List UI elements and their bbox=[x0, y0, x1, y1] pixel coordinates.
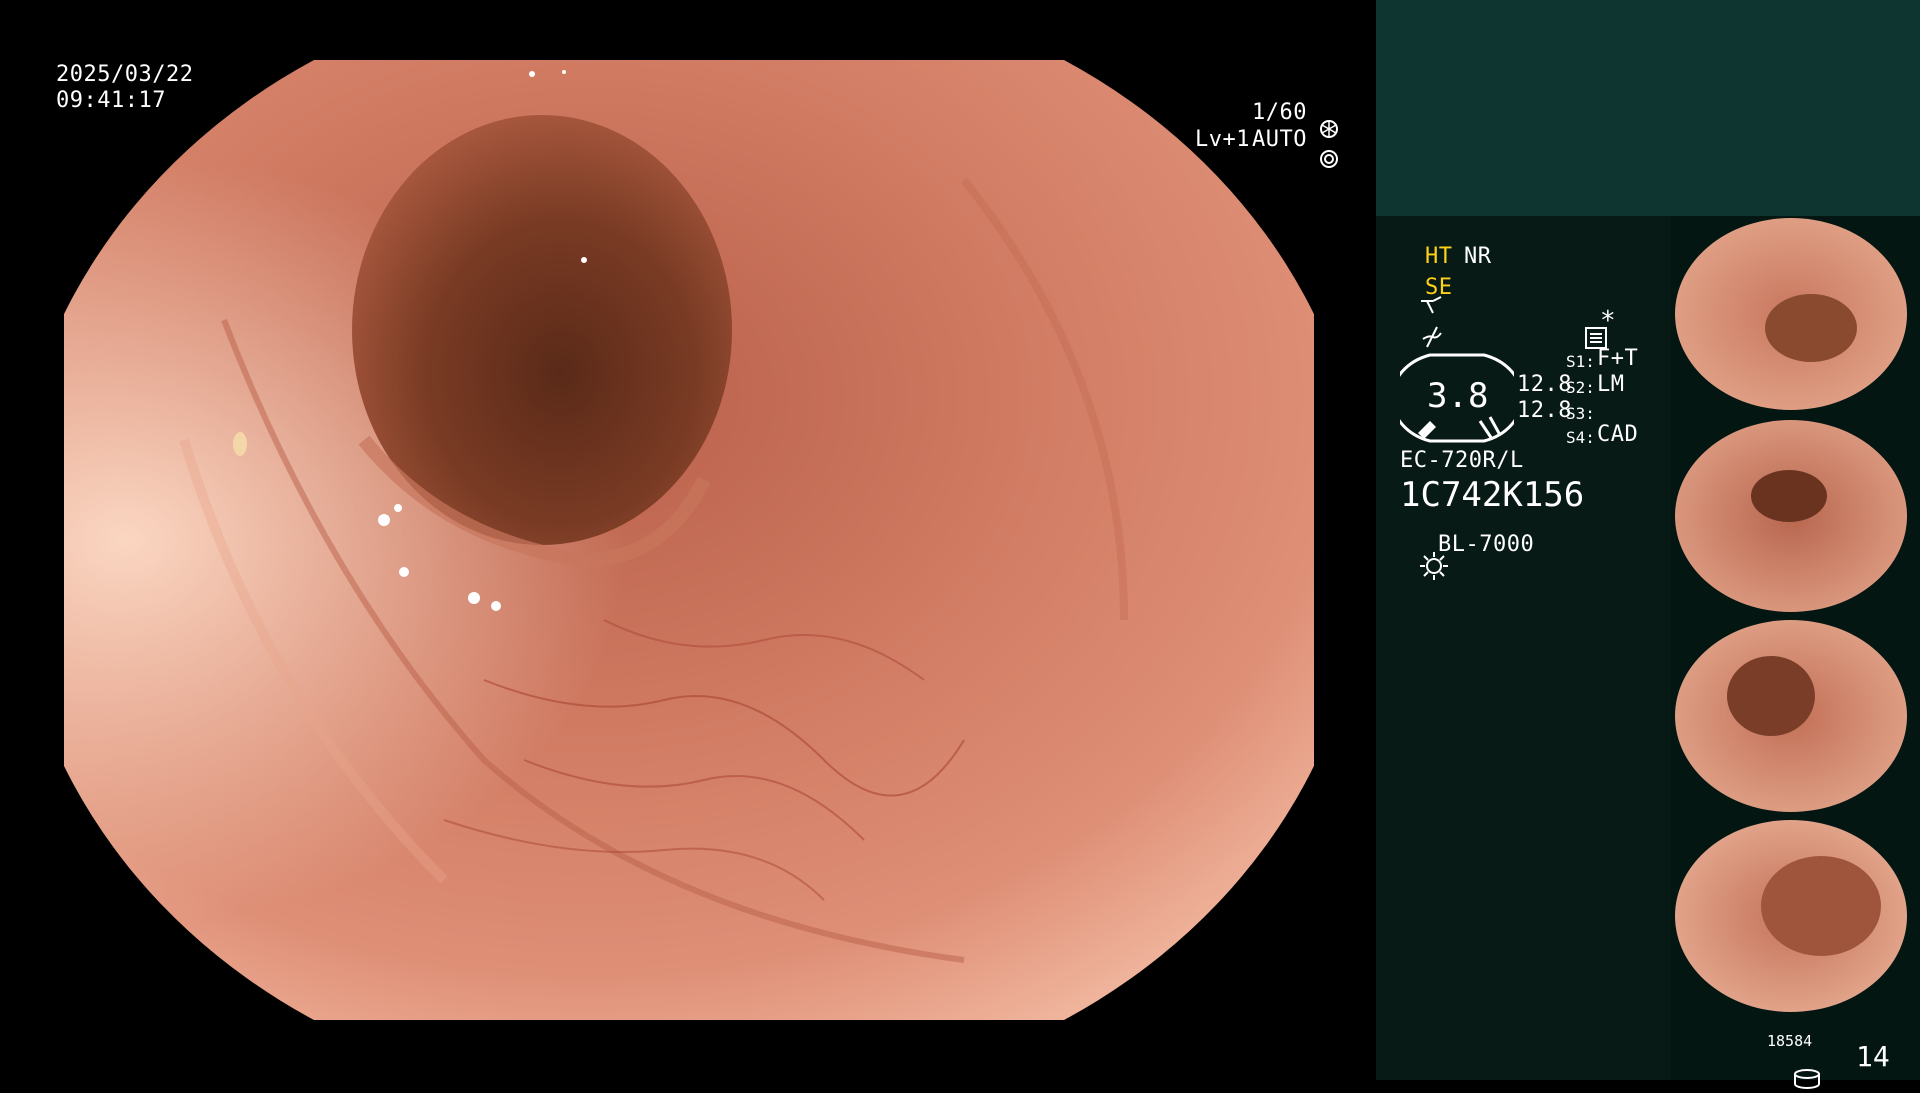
scope-serial: 1C742K156 bbox=[1400, 475, 1585, 515]
value-b: 12.8 bbox=[1517, 398, 1572, 423]
thumbnail-2[interactable] bbox=[1671, 416, 1920, 616]
thumbnail-1[interactable] bbox=[1671, 216, 1920, 416]
exam-date: 2025/03/22 bbox=[56, 62, 194, 87]
s2-value: LM bbox=[1597, 372, 1625, 397]
s3-label: S3: bbox=[1566, 404, 1595, 423]
exam-time: 09:41:17 bbox=[56, 88, 166, 113]
s1-label: S1: bbox=[1566, 352, 1595, 371]
value-a: 12.8 bbox=[1517, 372, 1572, 397]
ht-indicator: HT bbox=[1425, 244, 1453, 269]
light-source: BL-7000 bbox=[1438, 532, 1535, 557]
s2-label: S2: bbox=[1566, 378, 1595, 397]
thumbnail-4[interactable] bbox=[1671, 816, 1920, 1016]
asterisk-icon: * bbox=[1600, 306, 1616, 336]
storage-icon bbox=[1774, 1050, 1821, 1093]
storage-count: 18584 bbox=[1767, 1032, 1813, 1050]
shutter-speed: 1/60 bbox=[1252, 100, 1307, 125]
s1-value: F+T bbox=[1597, 346, 1639, 371]
brightness-level: Lv+1 bbox=[1195, 127, 1250, 152]
scope-model: EC-720R/L bbox=[1400, 448, 1524, 473]
info-panel-header bbox=[1376, 0, 1920, 216]
image-count: 14 bbox=[1856, 1040, 1890, 1073]
se-indicator: SE bbox=[1425, 275, 1453, 300]
thumbnail-3[interactable] bbox=[1671, 616, 1920, 816]
iris-mode: AUTO bbox=[1252, 127, 1307, 152]
endoscope-view bbox=[64, 60, 1314, 1020]
auto-iris-icon bbox=[1300, 130, 1339, 173]
gauge-value: 3.8 bbox=[1427, 376, 1489, 416]
nr-indicator: NR bbox=[1464, 244, 1492, 269]
capture-thumbnails bbox=[1671, 216, 1920, 1080]
flash-icon bbox=[1402, 306, 1443, 353]
s4-value: CAD bbox=[1597, 422, 1639, 447]
s4-label: S4: bbox=[1566, 428, 1595, 447]
